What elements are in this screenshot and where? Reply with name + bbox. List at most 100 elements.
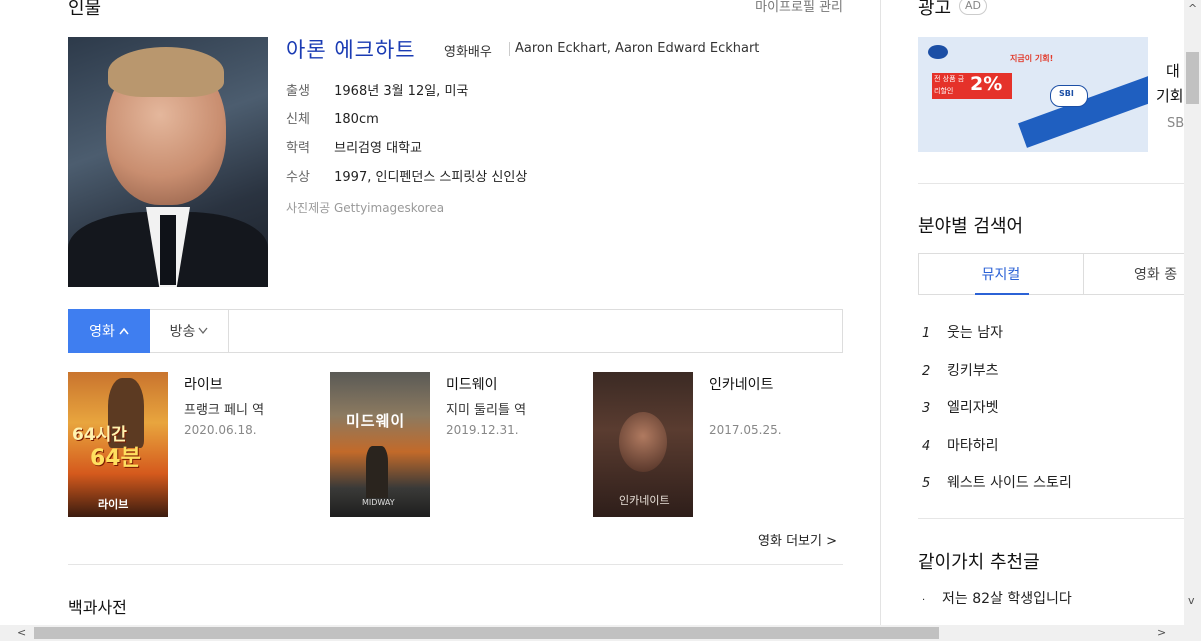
scroll-up-arrow-icon[interactable]: ^ xyxy=(1188,2,1197,15)
sidebar: 광고 AD 지금이 기회! 전 상품 금리할인 2% SBI 대 기회 SB 분… xyxy=(918,0,1184,625)
rank-title: 웨스트 사이드 스토리 xyxy=(947,475,1072,491)
rank-title: 웃는 남자 xyxy=(947,325,1003,341)
encyclopedia-title: 백과사전 xyxy=(68,598,127,617)
manage-profile-link[interactable]: 마이프로필 관리 xyxy=(755,0,843,15)
person-photo[interactable] xyxy=(68,37,268,287)
rank-title: 킹키부츠 xyxy=(947,363,999,379)
chevron-down-icon xyxy=(198,323,208,339)
banner-percent: 2% xyxy=(970,73,1003,95)
divider xyxy=(68,564,843,565)
rank-title: 엘리자벳 xyxy=(947,400,999,416)
bullet-icon: · xyxy=(922,595,926,606)
poster-text: MIDWAY xyxy=(362,498,395,507)
ranking-item[interactable]: 5 웨스트 사이드 스토리 xyxy=(918,472,1072,492)
recommend-title: 같이가치 추천글 xyxy=(918,552,1040,573)
photo-tie xyxy=(160,215,176,285)
banner-sub: 전 상품 금리할인 xyxy=(934,75,965,95)
rank-number: 4 xyxy=(922,439,931,454)
vertical-scroll-thumb[interactable] xyxy=(1186,52,1199,104)
person-job: 영화배우 xyxy=(444,45,492,60)
film-item: 인카네이트 인카네이트 2017.05.25. xyxy=(593,372,833,517)
filmography-tabs: 영화 방송 xyxy=(68,309,843,353)
tab-label: 영화 종 xyxy=(1134,267,1178,283)
ad-badge: AD xyxy=(959,0,987,15)
tab-movie[interactable]: 영화 xyxy=(68,309,150,353)
ranking-item[interactable]: 2 킹키부츠 xyxy=(918,360,999,380)
ad-text[interactable]: 대 xyxy=(1166,60,1180,81)
film-date: 2020.06.18. xyxy=(184,423,257,437)
detail-key: 수상 xyxy=(286,170,310,185)
detail-key: 학력 xyxy=(286,141,310,156)
film-title-link[interactable]: 라이브 xyxy=(184,374,223,394)
detail-key: 신체 xyxy=(286,112,310,127)
film-item: 미드웨이 MIDWAY 미드웨이 지미 둘리틀 역 2019.12.31. xyxy=(330,372,570,517)
column-divider xyxy=(880,0,881,625)
scroll-left-arrow-icon[interactable]: < xyxy=(17,626,26,639)
film-poster[interactable]: 64시간 64분 라이브 xyxy=(68,372,168,517)
photo-hair xyxy=(108,47,224,97)
divider xyxy=(918,183,1184,184)
ad-banner[interactable]: 지금이 기회! 전 상품 금리할인 2% SBI xyxy=(918,37,1148,152)
poster-text: 라이브 xyxy=(98,498,129,511)
horizontal-scroll-thumb[interactable] xyxy=(34,627,939,639)
poster-figure xyxy=(366,446,388,498)
horizontal-scrollbar[interactable]: < > xyxy=(0,625,1201,641)
ranking-item[interactable]: 3 엘리자벳 xyxy=(918,397,999,417)
detail-value: 180cm xyxy=(334,112,379,127)
rank-number: 5 xyxy=(922,476,931,491)
rank-title: 마타하리 xyxy=(947,438,999,454)
banner-track xyxy=(1018,72,1148,148)
film-poster[interactable]: 미드웨이 MIDWAY xyxy=(330,372,430,517)
detail-key: 출생 xyxy=(286,84,310,99)
vertical-scrollbar[interactable]: ^ v xyxy=(1184,0,1201,625)
film-date: 2017.05.25. xyxy=(709,423,782,437)
category-tabs: 뮤지컬 영화 종 xyxy=(918,253,1184,295)
detail-row-award: 수상 1997, 인디펜던스 스피릿상 신인상 xyxy=(286,166,527,185)
section-title: 인물 xyxy=(68,0,102,19)
scroll-down-arrow-icon[interactable]: v xyxy=(1188,594,1195,607)
recommend-item-label: 저는 82살 학생입니다 xyxy=(942,591,1072,607)
detail-value: 1997, 인디펜던스 스피릿상 신인상 xyxy=(334,170,528,185)
rank-number: 1 xyxy=(922,326,931,341)
sbi-logo-icon xyxy=(928,45,948,59)
tab-musical[interactable]: 뮤지컬 xyxy=(919,254,1084,295)
poster-text: 미드웨이 xyxy=(346,412,406,430)
more-movies-link[interactable]: 영화 더보기 > xyxy=(758,530,837,549)
person-name-link[interactable]: 아론 에크하트 xyxy=(286,34,416,64)
person-panel: 인물 마이프로필 관리 아론 에크하트 영화배우 Aaron Eckhart, … xyxy=(68,0,843,625)
rank-number: 2 xyxy=(922,364,931,379)
person-english-name: Aaron Eckhart, Aaron Edward Eckhart xyxy=(515,41,760,56)
film-title-link[interactable]: 미드웨이 xyxy=(446,374,498,394)
film-role: 지미 둘리틀 역 xyxy=(446,403,527,418)
poster-text: 64분 xyxy=(90,446,141,471)
ranking-item[interactable]: 4 마타하리 xyxy=(918,435,999,455)
ad-text: SB xyxy=(1167,116,1184,131)
ranking-item[interactable]: 1 웃는 남자 xyxy=(918,322,1003,342)
scroll-right-arrow-icon[interactable]: > xyxy=(1157,626,1166,639)
tab-movie-genre[interactable]: 영화 종 xyxy=(1134,254,1177,294)
detail-value: 1968년 3월 12일, 미국 xyxy=(334,84,469,99)
film-title-link[interactable]: 인카네이트 xyxy=(709,374,773,394)
poster-text: 인카네이트 xyxy=(619,494,670,507)
tab-tv[interactable]: 방송 xyxy=(150,310,229,352)
detail-row-education: 학력 브리검영 대학교 xyxy=(286,137,422,156)
poster-figure xyxy=(619,412,667,472)
divider xyxy=(509,42,510,56)
ad-text[interactable]: 기회 xyxy=(1156,85,1184,106)
tab-label: 방송 xyxy=(169,324,196,340)
film-poster[interactable]: 인카네이트 xyxy=(593,372,693,517)
detail-row-birth: 출생 1968년 3월 12일, 미국 xyxy=(286,80,468,99)
divider xyxy=(918,518,1184,519)
active-tab-underline xyxy=(975,293,1029,295)
banner-brand: SBI xyxy=(1059,89,1074,98)
recommend-item[interactable]: · 저는 82살 학생입니다 xyxy=(918,588,1072,608)
detail-row-body: 신체 180cm xyxy=(286,108,379,127)
tab-label: 뮤지컬 xyxy=(981,267,1021,283)
detail-value-link[interactable]: 브리검영 대학교 xyxy=(334,141,422,156)
film-item: 64시간 64분 라이브 라이브 프랭크 페니 역 2020.06.18. xyxy=(68,372,308,517)
photo-credit: 사진제공 Gettyimageskorea xyxy=(286,201,445,215)
category-search-title: 분야별 검색어 xyxy=(918,216,1024,237)
rank-number: 3 xyxy=(922,401,931,416)
film-date: 2019.12.31. xyxy=(446,423,519,437)
ad-title: 광고 xyxy=(918,0,952,19)
